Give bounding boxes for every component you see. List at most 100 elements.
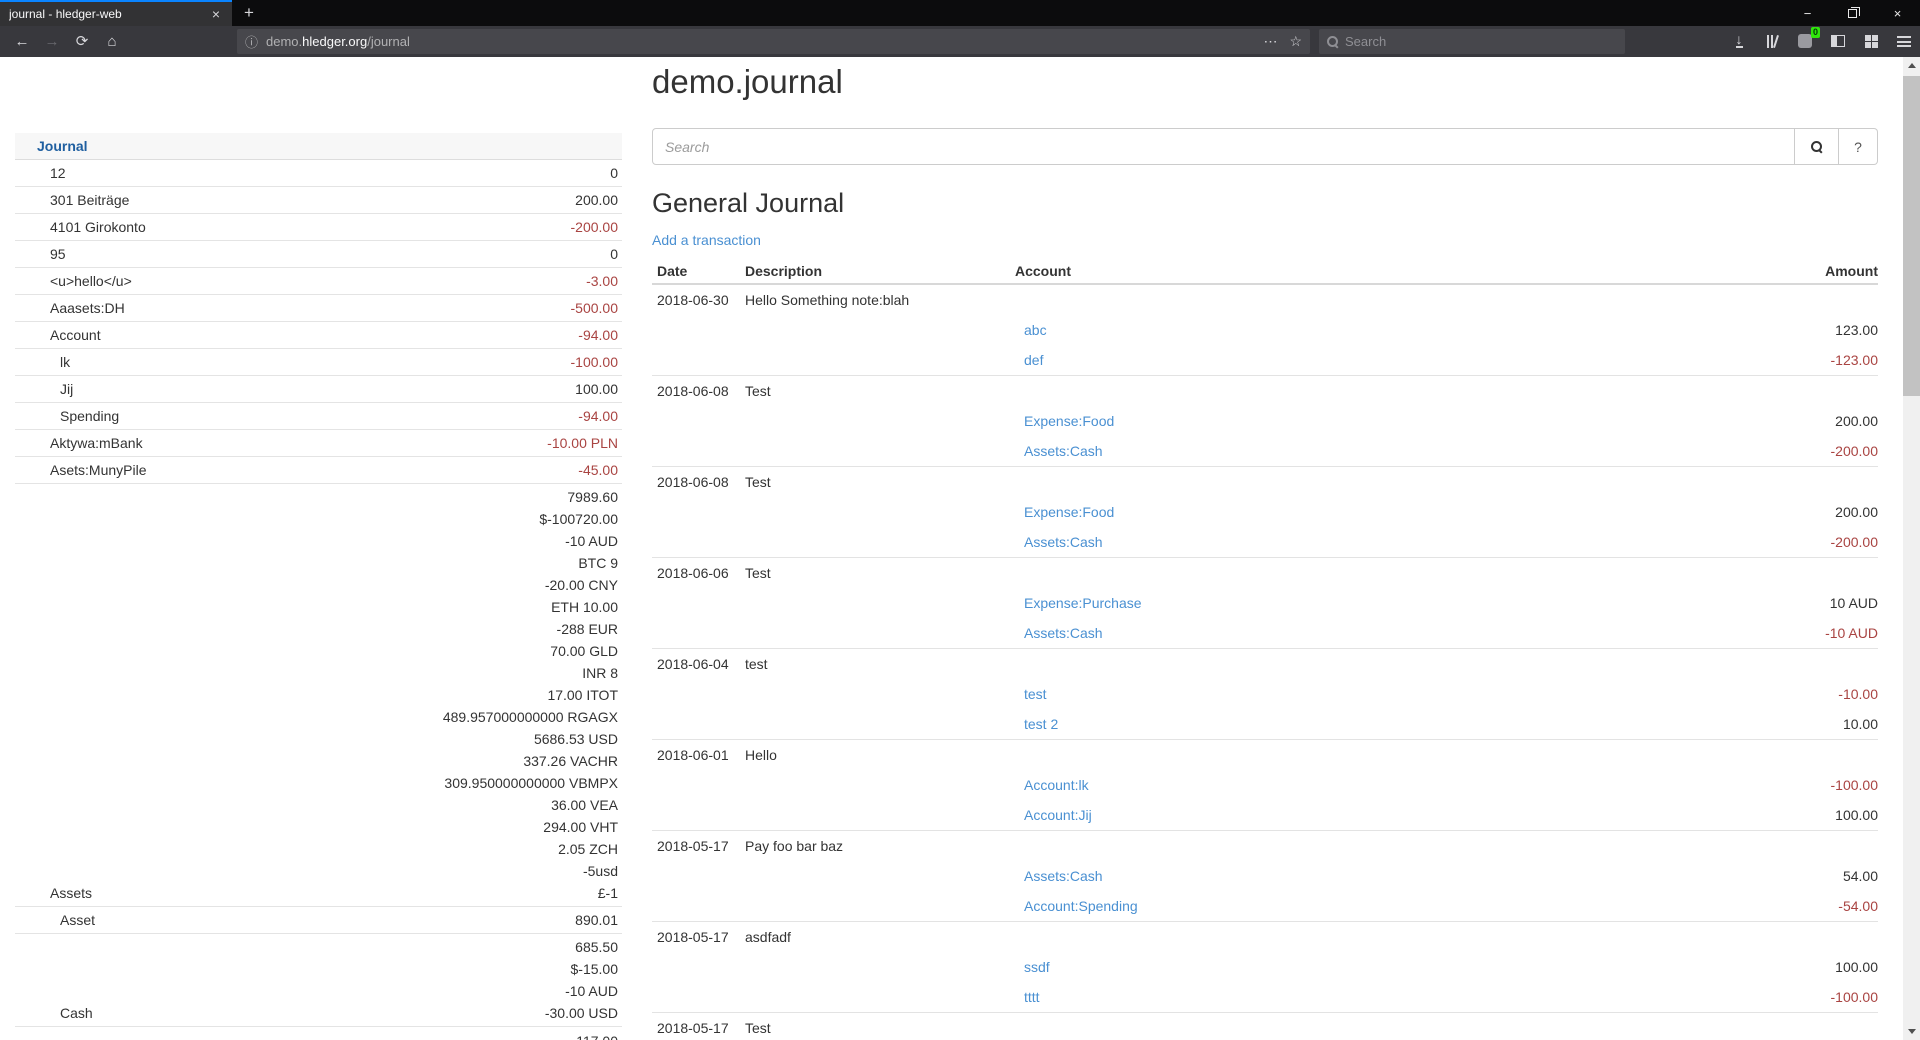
site-info-icon[interactable]: ⓘ: [245, 32, 258, 51]
sidebar-journal-header[interactable]: Journal: [15, 133, 622, 160]
sidebar-account-name[interactable]: Asset: [15, 909, 95, 931]
browser-tab[interactable]: journal - hledger-web ×: [0, 0, 232, 26]
sidebar-account-name[interactable]: Assets: [15, 882, 92, 904]
extension-button[interactable]: 0: [1793, 29, 1817, 53]
posting-account-link[interactable]: Expense:Food: [1024, 413, 1114, 429]
sidebar-account-name[interactable]: Account: [15, 324, 101, 346]
sidebar-account-name[interactable]: 95: [15, 243, 66, 265]
search-input[interactable]: [652, 128, 1795, 165]
sidebar-account-row[interactable]: Aktywa:mBank -10.00 PLN: [15, 430, 622, 457]
sidebar-account-row[interactable]: Assets7989.60$-100720.00-10 AUDBTC 9-20.…: [15, 484, 622, 907]
balance-amount: -288 EUR: [443, 618, 618, 640]
sidebar-account-name[interactable]: 4101 Girokonto: [15, 216, 146, 238]
sidebars-button[interactable]: [1826, 29, 1850, 53]
sidebar-account-name[interactable]: Spending: [15, 405, 119, 427]
posting-account-link[interactable]: Account:lk: [1024, 777, 1089, 793]
tab-close-icon[interactable]: ×: [209, 6, 223, 22]
balance-amount: 337.26 VACHR: [443, 750, 618, 772]
balance-amount: -30.00 USD: [545, 1002, 618, 1024]
posting-account-link[interactable]: tttt: [1024, 989, 1040, 1005]
page-scrollbar[interactable]: [1903, 57, 1920, 1040]
sidebar-account-name[interactable]: Jij: [15, 378, 73, 400]
posting-account-link[interactable]: ssdf: [1024, 959, 1050, 975]
url-bar[interactable]: ⓘ demo.hledger.org/journal ⋯ ☆: [237, 29, 1310, 54]
sidebar-account-row[interactable]: Jij100.00: [15, 376, 622, 403]
sidebar-account-row[interactable]: Asset 890.01: [15, 907, 622, 934]
menu-button[interactable]: [1892, 29, 1916, 53]
posting-amount: -100.00: [1831, 777, 1878, 793]
balance-amount: 489.957000000000 RGAGX: [443, 706, 618, 728]
sidebar-account-name[interactable]: <u>hello</u>: [15, 270, 132, 292]
sidebar-account-row[interactable]: Aaasets:DH -500.00: [15, 295, 622, 322]
window-minimize-button[interactable]: −: [1785, 0, 1830, 26]
posting-account-link[interactable]: Account:Spending: [1024, 898, 1138, 914]
browser-search-bar[interactable]: Search: [1319, 29, 1625, 54]
balance-amount: 2.05 ZCH: [443, 838, 618, 860]
sidebar-account-name[interactable]: Cash: [15, 1002, 93, 1024]
downloads-button[interactable]: ↓: [1727, 29, 1751, 53]
journal-table: Date Description Account Amount 2018-06-…: [652, 259, 1878, 1040]
posting-account-link[interactable]: test: [1024, 686, 1047, 702]
scrollbar-down-arrow[interactable]: [1903, 1023, 1920, 1040]
browser-search-placeholder: Search: [1345, 34, 1386, 49]
new-tab-button[interactable]: +: [232, 0, 266, 26]
library-button[interactable]: [1760, 29, 1784, 53]
window-close-button[interactable]: ×: [1875, 0, 1920, 26]
sidebar-account-name[interactable]: Asets:MunyPile: [15, 459, 146, 481]
sidebar-account-row[interactable]: 950: [15, 241, 622, 268]
balance-amount: INR 8: [443, 662, 618, 684]
posting-account-link[interactable]: Assets:Cash: [1024, 443, 1103, 459]
balance-amount: -94.00: [578, 324, 618, 346]
scrollbar-thumb[interactable]: [1903, 76, 1920, 396]
balance-amount: -500.00: [571, 297, 618, 319]
search-help-button[interactable]: ?: [1839, 128, 1878, 165]
sidebar-account-balance: -3.00: [586, 270, 618, 292]
sidebar-account-row[interactable]: lk -100.00: [15, 349, 622, 376]
scrollbar-up-arrow[interactable]: [1903, 57, 1920, 74]
journal-transaction: 2018-06-06TestExpense:Purchase10 AUDAsse…: [652, 558, 1878, 649]
accounts-sidebar: Journal 120301 Beiträge200.004101 Giroko…: [15, 133, 622, 1040]
sidebar-account-name[interactable]: 301 Beiträge: [15, 189, 129, 211]
posting-amount: 123.00: [1835, 322, 1878, 338]
main-area: demo.journal ? General Journal Add a tra…: [652, 57, 1878, 1040]
search-icon: [1811, 141, 1822, 152]
forward-button[interactable]: →: [38, 28, 66, 54]
sidebar-account-row[interactable]: 4101 Girokonto-200.00: [15, 214, 622, 241]
reload-button[interactable]: ⟳: [68, 28, 96, 54]
posting-account-link[interactable]: Expense:Food: [1024, 504, 1114, 520]
posting-account-link[interactable]: abc: [1024, 322, 1047, 338]
posting-account-link[interactable]: Assets:Cash: [1024, 625, 1103, 641]
column-amount: Amount: [1825, 263, 1878, 279]
sidebar-account-balance: 890.01: [575, 909, 618, 931]
home-button[interactable]: ⌂: [98, 28, 126, 54]
journal-table-header: Date Description Account Amount: [652, 259, 1878, 285]
sidebar-account-row[interactable]: Cash685.50$-15.00-10 AUD-30.00 USD: [15, 934, 622, 1027]
sidebar-account-name[interactable]: lk: [15, 351, 70, 373]
window-restore-button[interactable]: [1830, 0, 1875, 26]
balance-amount: -10.00 PLN: [547, 432, 618, 454]
sidebar-account-row[interactable]: Spending-94.00: [15, 403, 622, 430]
add-transaction-link[interactable]: Add a transaction: [652, 232, 761, 248]
posting-account-link[interactable]: Account:Jij: [1024, 807, 1092, 823]
sidebar-account-row[interactable]: Account -94.00: [15, 322, 622, 349]
posting-account-link[interactable]: def: [1024, 352, 1043, 368]
posting-account-link[interactable]: Assets:Cash: [1024, 534, 1103, 550]
section-title: General Journal: [652, 188, 1878, 218]
page-actions-icon[interactable]: ⋯: [1263, 33, 1277, 50]
posting-account-link[interactable]: test 2: [1024, 716, 1058, 732]
sidebar-account-row[interactable]: 120: [15, 160, 622, 187]
sidebar-account-name[interactable]: Aaasets:DH: [15, 297, 125, 319]
sidebar-account-name[interactable]: Aktywa:mBank: [15, 432, 143, 454]
bookmark-star-icon[interactable]: ☆: [1289, 33, 1302, 50]
sidebar-account-row[interactable]: -117.00: [15, 1027, 622, 1040]
sidebar-account-name[interactable]: 12: [15, 162, 66, 184]
posting-account-link[interactable]: Expense:Purchase: [1024, 595, 1142, 611]
sidebar-account-row[interactable]: 301 Beiträge200.00: [15, 187, 622, 214]
apps-grid-button[interactable]: [1859, 29, 1883, 53]
back-button[interactable]: ←: [8, 28, 36, 54]
sidebar-account-row[interactable]: Asets:MunyPile-45.00: [15, 457, 622, 484]
balance-amount: -100.00: [571, 351, 618, 373]
posting-account-link[interactable]: Assets:Cash: [1024, 868, 1103, 884]
search-button[interactable]: [1795, 128, 1839, 165]
sidebar-account-row[interactable]: <u>hello</u> -3.00: [15, 268, 622, 295]
